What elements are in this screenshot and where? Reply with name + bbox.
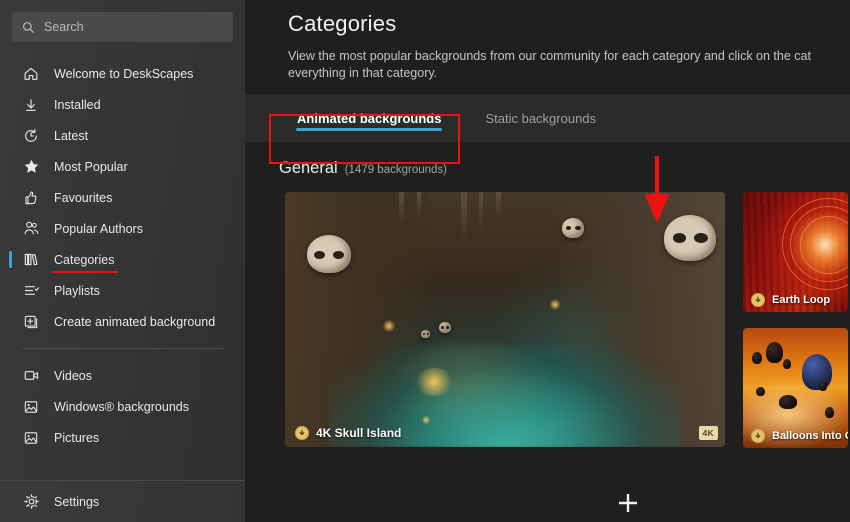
card-label-row: 4K Skull Island	[285, 419, 725, 447]
home-icon	[22, 65, 40, 83]
sidebar-item-playlists[interactable]: Playlists	[0, 275, 245, 306]
sidebar-item-latest[interactable]: Latest	[0, 120, 245, 151]
star-icon	[22, 158, 40, 176]
sidebar-divider	[22, 348, 223, 349]
tab-static-backgrounds[interactable]: Static backgrounds	[463, 94, 618, 142]
clock-icon	[22, 127, 40, 145]
card-title: 4K Skull Island	[316, 426, 402, 440]
settings-label: Settings	[54, 494, 100, 509]
sidebar-item-videos[interactable]: Videos	[0, 360, 245, 391]
download-circle-icon[interactable]	[751, 293, 765, 307]
sidebar-item-welcome[interactable]: Welcome to DeskScapes	[0, 58, 245, 89]
tab-active-underline	[296, 128, 443, 131]
resolution-badge: 4K	[698, 426, 718, 440]
background-card-skull-island[interactable]: 4K Skull Island 4K	[285, 192, 725, 447]
sidebar-item-settings[interactable]: Settings	[0, 480, 245, 522]
sidebar-item-label: Latest	[54, 128, 89, 143]
sidebar-item-label: Videos	[54, 368, 92, 383]
tab-label: Static backgrounds	[485, 110, 597, 126]
people-icon	[22, 220, 40, 238]
sidebar: Search Welcome to DeskScapes Installed L…	[0, 0, 245, 522]
card-title: Earth Loop	[772, 294, 831, 306]
background-grid: 4K Skull Island 4K Earth Loop Balloons I…	[245, 192, 850, 448]
background-grid-right-column: Earth Loop Balloons Into G	[743, 192, 848, 448]
section-header: General (1479 backgrounds)	[245, 142, 850, 178]
tab-label: Animated backgrounds	[297, 110, 442, 126]
search-placeholder: Search	[44, 20, 84, 34]
main-content: Categories View the most popular backgro…	[245, 0, 850, 522]
tab-bar: Animated backgrounds Static backgrounds	[245, 94, 850, 142]
sidebar-item-create-animated-background[interactable]: Create animated background	[0, 306, 245, 337]
books-icon	[22, 251, 40, 269]
deskscapes-window: Search Welcome to DeskScapes Installed L…	[0, 0, 850, 522]
sidebar-item-label: Most Popular	[54, 159, 128, 174]
sidebar-item-label: Create animated background	[54, 314, 216, 329]
gear-icon	[22, 493, 40, 511]
download-circle-icon[interactable]	[295, 426, 309, 440]
search-input[interactable]: Search	[12, 12, 233, 42]
video-icon	[22, 367, 40, 385]
sidebar-item-label: Popular Authors	[54, 221, 143, 236]
search-icon	[22, 21, 35, 34]
sidebar-item-label: Categories	[51, 252, 119, 273]
background-card-balloons[interactable]: Balloons Into G	[743, 328, 848, 448]
sidebar-item-pictures[interactable]: Pictures	[0, 422, 245, 453]
sidebar-item-favourites[interactable]: Favourites	[0, 182, 245, 213]
sidebar-item-installed[interactable]: Installed	[0, 89, 245, 120]
sidebar-item-popular-authors[interactable]: Popular Authors	[0, 213, 245, 244]
playlist-icon	[22, 282, 40, 300]
card-label-row: Balloons Into G	[743, 424, 848, 448]
section-count: (1479 backgrounds)	[344, 164, 447, 176]
picture-icon	[22, 429, 40, 447]
section-title: General	[279, 159, 338, 177]
thumbs-up-icon	[22, 189, 40, 207]
page-title: Categories	[288, 11, 397, 36]
sidebar-item-windows-backgrounds[interactable]: Windows® backgrounds	[0, 391, 245, 422]
sidebar-item-categories[interactable]: Categories	[0, 244, 245, 275]
search-container: Search	[0, 0, 245, 42]
sidebar-nav: Welcome to DeskScapes Installed Latest M…	[0, 58, 245, 480]
sidebar-item-most-popular[interactable]: Most Popular	[0, 151, 245, 182]
tab-animated-backgrounds[interactable]: Animated backgrounds	[275, 94, 463, 142]
sidebar-item-label: Pictures	[54, 430, 100, 445]
sidebar-item-label: Windows® backgrounds	[54, 399, 189, 414]
picture-icon	[22, 398, 40, 416]
card-label-row: Earth Loop	[743, 288, 848, 312]
card-thumbnail	[285, 192, 725, 447]
download-icon	[22, 96, 40, 114]
sidebar-item-label: Favourites	[54, 190, 113, 205]
card-title: Balloons Into G	[772, 430, 848, 442]
sidebar-item-label: Installed	[54, 97, 101, 112]
sidebar-item-label: Playlists	[54, 283, 100, 298]
sidebar-item-label: Welcome to DeskScapes	[54, 66, 194, 81]
background-card-earth-loop[interactable]: Earth Loop	[743, 192, 848, 312]
page-header: Categories View the most popular backgro…	[245, 0, 850, 82]
plus-square-icon	[22, 313, 40, 331]
page-description: View the most popular backgrounds from o…	[288, 49, 811, 80]
download-circle-icon[interactable]	[751, 429, 765, 443]
